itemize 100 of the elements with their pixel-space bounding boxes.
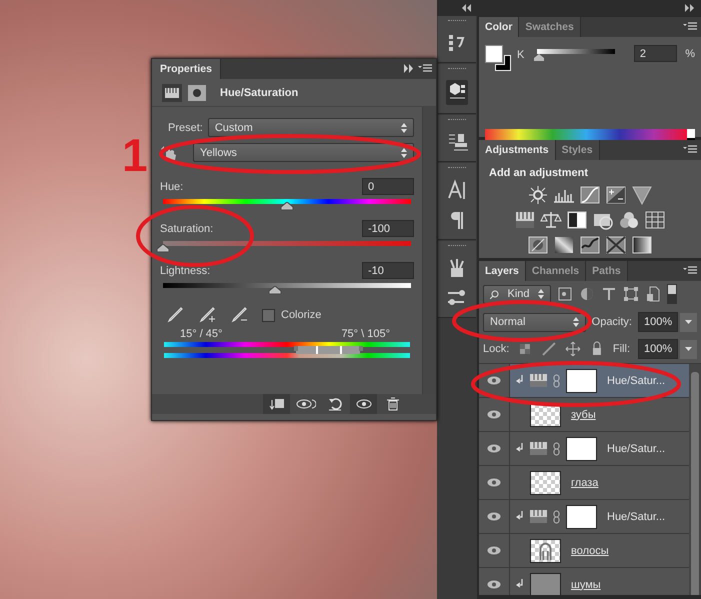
adjustment-layer-icon [530,442,547,455]
clip-to-layer-icon[interactable] [268,398,284,410]
eye-icon[interactable] [487,410,501,419]
panel-tab[interactable]: Styles [556,140,600,160]
eye-icon[interactable] [487,444,501,453]
eye-icon[interactable] [487,512,501,521]
layer-row[interactable]: глаза [479,466,689,500]
eyedropper-plus-icon[interactable] [198,306,216,324]
layer-row[interactable]: Hue/Satur... [479,500,689,534]
adjustment-layer-icon[interactable] [162,84,182,102]
panel-menu-icon[interactable] [683,266,697,275]
value-field[interactable]: -10 [362,262,414,279]
panel-menu-icon[interactable] [683,145,697,154]
slider-thumb[interactable] [268,286,281,294]
layer-name[interactable]: Hue/Satur... [607,374,666,386]
gradient-square-icon[interactable] [631,235,653,255]
panel-title: Hue/Saturation [220,86,298,98]
layer-name[interactable]: зубы [571,408,596,420]
panel-tab[interactable]: Color [479,17,520,37]
layer-name[interactable]: глаза [571,476,598,488]
plus-minus-icon[interactable] [605,185,627,205]
layer-row[interactable]: волосы [479,534,689,568]
image-filter-icon[interactable] [557,286,573,302]
value-field[interactable]: -100 [362,220,414,237]
mask-icon[interactable] [188,84,206,100]
blend-mode-dropdown[interactable]: Normal [483,312,586,332]
character-icon[interactable] [446,179,468,201]
fill-field[interactable]: 100% [638,339,678,359]
eye-icon[interactable] [356,399,372,409]
scales-icon[interactable] [540,210,562,230]
reset-icon[interactable] [328,397,342,411]
eye-swap-icon[interactable] [296,398,316,410]
layer-name[interactable]: шумы [571,578,601,590]
scrollbar[interactable] [689,364,701,595]
hand-icon[interactable] [160,144,178,160]
layer-row[interactable]: Hue/Satur... [479,432,689,466]
panel-menu-icon[interactable] [418,64,432,73]
panel-tab[interactable]: Adjustments [479,140,556,160]
slider-thumb[interactable] [157,244,169,252]
sun-icon[interactable] [527,185,549,205]
scrollbar[interactable] [422,107,436,394]
eye-icon[interactable] [487,546,501,555]
type-icon[interactable] [601,286,617,302]
layer-row[interactable]: зубы [479,398,689,432]
range-dropdown[interactable]: Yellows [193,143,414,162]
grid-icon[interactable] [644,210,666,230]
layer-name[interactable]: Hue/Satur... [607,510,666,522]
slider-thumb[interactable] [281,202,293,210]
eye-icon[interactable] [487,478,501,487]
background-swatch[interactable] [495,55,511,71]
layer-mask-thumbnail[interactable] [566,436,597,460]
layer-name[interactable]: волосы [571,544,609,556]
panel-tab[interactable]: Paths [586,261,628,281]
layer-mask-thumbnail[interactable] [566,368,597,392]
slider-label: Saturation: [160,222,214,234]
preset-dropdown[interactable]: Custom [208,118,414,137]
panel-tab[interactable]: Swatches [519,17,581,37]
move-icon[interactable] [565,341,581,357]
half-square-icon[interactable] [566,210,588,230]
adjustment-layer-icon [530,374,547,387]
foreground-swatch[interactable] [485,45,503,63]
filter-toggle[interactable] [667,284,677,304]
search-icon [490,290,499,298]
expand-icon[interactable] [685,4,695,12]
half-circle-icon[interactable] [579,286,595,302]
slider-thumb[interactable] [534,54,544,61]
layer-thumbnail[interactable] [530,470,561,494]
transform-icon[interactable] [623,286,639,302]
curves-icon[interactable] [579,185,601,205]
value-field[interactable]: 0 [362,178,414,195]
hair-thumbnail[interactable] [530,538,561,562]
collapse-icon[interactable] [404,64,414,73]
panel-tab[interactable]: Properties [152,59,221,79]
layer-mask-thumbnail[interactable] [566,504,597,528]
layer-thumbnail[interactable] [530,572,561,595]
opacity-label: Opacity: [592,316,632,328]
layer-name[interactable]: Hue/Satur... [607,442,666,454]
panel-tab[interactable]: Layers [479,261,526,281]
eye-icon[interactable] [487,580,501,589]
hue-range-bars[interactable] [164,342,410,360]
panel-menu-icon[interactable] [683,22,697,31]
brush-icon[interactable] [541,341,558,357]
value-field[interactable]: 2 [634,45,678,62]
collapse-icon[interactable] [461,4,471,12]
eyedropper-icon[interactable] [166,306,184,324]
panel-tab[interactable]: Channels [526,261,586,281]
opacity-field[interactable]: 100% [638,312,678,332]
three-circles-icon[interactable] [618,210,640,230]
clone-stamp-icon[interactable] [446,131,468,153]
eyedropper-minus-icon[interactable] [230,306,248,324]
colorize-checkbox[interactable] [262,308,275,322]
triangle-icon[interactable] [631,185,653,205]
wave-icon[interactable] [579,235,601,255]
eye-icon[interactable] [487,376,501,385]
diagonal-gradient-icon[interactable] [553,235,575,255]
gradient-bars-icon[interactable] [514,210,536,230]
cross-square-icon[interactable] [605,235,627,255]
layer-row[interactable]: шумы [479,568,689,595]
smart-object-icon[interactable] [645,286,661,302]
trash-icon[interactable] [386,397,398,411]
